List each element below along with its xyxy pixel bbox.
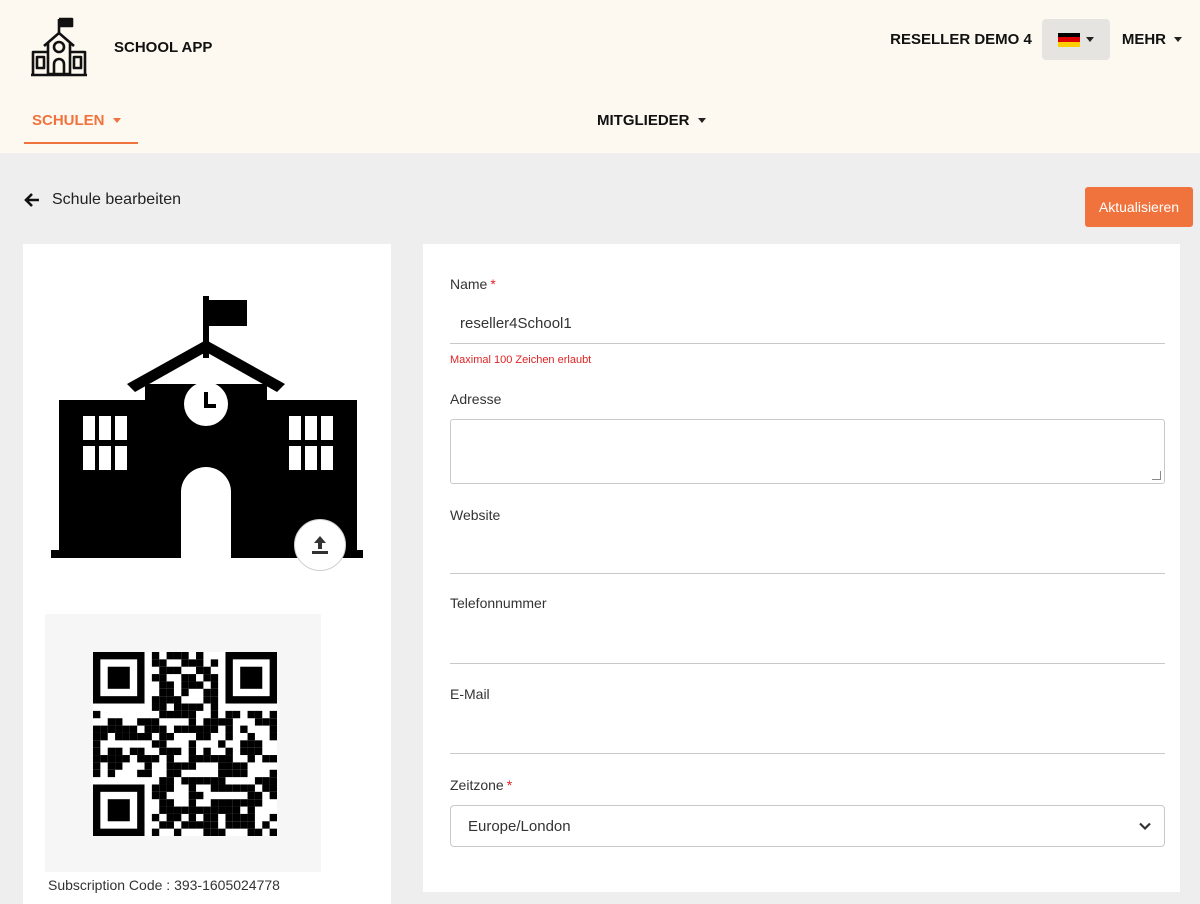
qr-code-panel bbox=[45, 614, 321, 872]
language-dropdown[interactable] bbox=[1041, 19, 1110, 60]
caret-down-icon bbox=[697, 118, 706, 123]
name-label: Name * bbox=[450, 276, 496, 292]
upload-icon bbox=[312, 536, 328, 554]
email-label: E-Mail bbox=[450, 686, 490, 702]
page-title: Schule bearbeiten bbox=[52, 191, 181, 208]
school-edit-form: Name* Maximal 100 Zeichen erlaubt Adress… bbox=[423, 244, 1180, 892]
app-name: SCHOOL APP bbox=[114, 38, 213, 56]
phone-input[interactable] bbox=[450, 624, 1165, 664]
school-logo-icon bbox=[31, 17, 87, 77]
back-link[interactable]: Schule bearbeiten bbox=[24, 191, 181, 209]
caret-down-icon bbox=[112, 118, 121, 123]
school-profile-card: Subscription Code : 393-1605024778 bbox=[23, 244, 391, 904]
website-label: Website bbox=[450, 507, 501, 523]
address-label: Adresse bbox=[450, 391, 502, 407]
phone-label: Telefonnummer bbox=[450, 595, 547, 611]
update-button[interactable]: Aktualisieren bbox=[1085, 187, 1193, 227]
upload-image-button[interactable] bbox=[294, 519, 346, 571]
top-navbar: SCHOOL APP RESELLER DEMO 4 MEHR SCHULEN … bbox=[0, 0, 1200, 153]
timezone-label: Zeitzone * bbox=[450, 777, 513, 793]
website-input[interactable] bbox=[450, 534, 1165, 574]
caret-down-icon bbox=[1085, 37, 1094, 42]
caret-down-icon bbox=[1174, 37, 1182, 42]
name-input[interactable] bbox=[450, 304, 1165, 344]
tab-schulen-label: SCHULEN bbox=[32, 112, 105, 129]
active-tab-indicator bbox=[24, 142, 138, 144]
timezone-value: Europe/London bbox=[468, 817, 571, 835]
header-actions: RESELLER DEMO 4 MEHR bbox=[890, 19, 1182, 60]
tab-mitglieder[interactable]: MITGLIEDER bbox=[597, 112, 706, 129]
tab-mitglieder-label: MITGLIEDER bbox=[597, 112, 690, 129]
timezone-select[interactable]: Europe/London bbox=[450, 805, 1165, 847]
email-input[interactable] bbox=[450, 714, 1165, 754]
address-textarea[interactable] bbox=[450, 419, 1165, 484]
chevron-down-icon bbox=[1139, 822, 1151, 831]
qr-code-icon bbox=[93, 652, 277, 836]
reseller-name[interactable]: RESELLER DEMO 4 bbox=[890, 31, 1032, 48]
tab-schulen[interactable]: SCHULEN bbox=[24, 104, 138, 144]
brand[interactable]: SCHOOL APP bbox=[30, 16, 212, 78]
arrow-left-icon bbox=[24, 193, 39, 207]
resize-handle-icon[interactable] bbox=[1152, 471, 1161, 480]
german-flag-icon bbox=[1057, 32, 1080, 47]
subscription-code: Subscription Code : 393-1605024778 bbox=[48, 877, 280, 893]
more-label: MEHR bbox=[1121, 31, 1166, 48]
name-hint: Maximal 100 Zeichen erlaubt bbox=[450, 354, 592, 366]
more-menu[interactable]: MEHR bbox=[1122, 31, 1182, 48]
